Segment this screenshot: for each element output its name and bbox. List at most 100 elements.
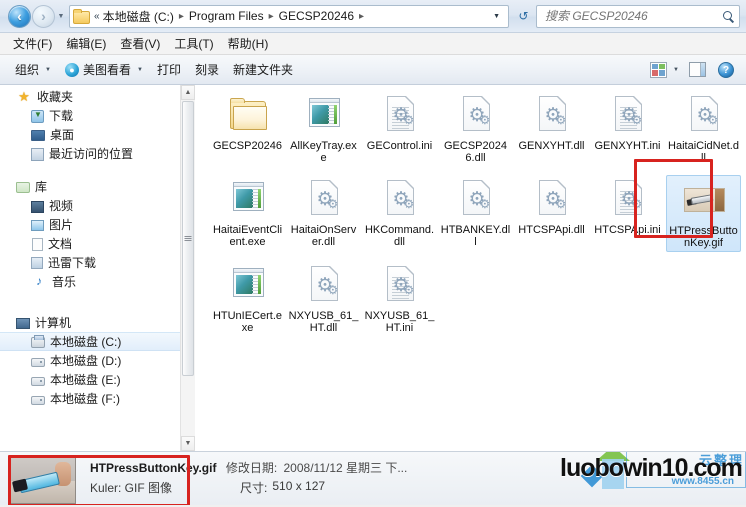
sidebar-item-recent-places[interactable]: 最近访问的位置 xyxy=(0,144,195,163)
file-item-gecontrol-ini[interactable]: ⚙ ⚙ GEControl.ini xyxy=(362,91,437,166)
file-item-haitaicidnet-dll[interactable]: ⚙ ⚙ HaitaiCidNet.dll xyxy=(666,91,741,166)
sidebar-item-label: 桌面 xyxy=(50,128,75,142)
help-button[interactable]: ? xyxy=(714,60,738,80)
folder-icon xyxy=(73,9,90,24)
menu-edit[interactable]: 编辑(E) xyxy=(59,33,113,54)
sidebar-item-xunlei-downloads[interactable]: 迅雷下载 xyxy=(0,253,195,272)
library-file-icon: ⚙ ⚙ xyxy=(300,178,348,222)
sidebar-item-videos[interactable]: 视频 xyxy=(0,196,195,215)
scrollbar-thumb[interactable] xyxy=(182,101,194,376)
breadcrumb: « 本地磁盘 (C:) ▸ Program Files ▸ GECSP20246… xyxy=(92,8,368,25)
breadcrumb-overflow[interactable]: « xyxy=(92,11,102,22)
breadcrumb-item-2[interactable]: GECSP20246 xyxy=(278,9,355,23)
new-folder-button[interactable]: 新建文件夹 xyxy=(226,58,300,81)
toolbar: 组织 ▼ ● 美图看看 ▼ 打印 刻录 新建文件夹 ▼ ? xyxy=(0,55,746,85)
sidebar-item-documents[interactable]: 文档 xyxy=(0,234,195,253)
menu-tools[interactable]: 工具(T) xyxy=(167,33,220,54)
file-list-pane[interactable]: GECSP20246 AllKeyTray.exe ⚙ ⚙ GEControl.i… xyxy=(196,85,746,451)
file-name: AllKeyTray.exe xyxy=(290,140,357,164)
breadcrumb-separator[interactable]: ▸ xyxy=(175,11,188,22)
back-arrow-icon: ‹ xyxy=(17,8,22,24)
file-item-haitaieventclient-exe[interactable]: HaitaiEventClient.exe xyxy=(210,175,285,252)
file-name: NXYUSB_61_HT.ini xyxy=(364,310,435,334)
sidebar-item-libraries[interactable]: 库 xyxy=(0,177,195,196)
refresh-button[interactable]: ↺ xyxy=(513,6,534,27)
sidebar-item-downloads[interactable]: 下载 xyxy=(0,106,195,125)
sidebar-item-drive-e[interactable]: 本地磁盘 (E:) xyxy=(0,370,195,389)
details-modified-label: 修改日期: xyxy=(225,461,278,475)
details-modified-value: 2008/11/12 星期三 下... xyxy=(283,461,408,475)
file-item-htuniecert-exe[interactable]: HTUnIECert.exe xyxy=(210,261,285,336)
change-view-button[interactable]: ▼ xyxy=(648,60,681,80)
computer-icon xyxy=(16,318,30,329)
view-layout-icon xyxy=(650,61,668,78)
back-button[interactable]: ‹ xyxy=(8,4,31,28)
config-file-icon: ⚙ ⚙ xyxy=(376,264,424,308)
breadcrumb-separator[interactable]: ▸ xyxy=(265,11,278,22)
search-box[interactable] xyxy=(536,4,740,28)
address-dropdown-icon[interactable]: ▼ xyxy=(485,13,506,20)
details-pane: HTPressButtonKey.gif 修改日期: 2008/11/12 星期… xyxy=(0,451,746,505)
library-file-icon: ⚙ ⚙ xyxy=(376,178,424,222)
scroll-up-button[interactable]: ▲ xyxy=(181,85,195,100)
navigation-pane-scrollbar[interactable]: ▲ ▼ xyxy=(180,85,195,451)
file-item-genxyht-ini[interactable]: ⚙ ⚙ GENXYHT.ini xyxy=(590,91,665,166)
sidebar-item-drive-d[interactable]: 本地磁盘 (D:) xyxy=(0,351,195,370)
chevron-down-icon: ▼ xyxy=(184,440,192,447)
file-item-hkcommand-dll[interactable]: ⚙ ⚙ HKCommand.dll xyxy=(362,175,437,252)
explorer-body: ★ 收藏夹 下载 桌面 最近访问的位置 xyxy=(0,85,746,451)
history-dropdown-button[interactable]: ▼ xyxy=(55,6,67,26)
sidebar-item-favorites[interactable]: ★ 收藏夹 xyxy=(0,87,195,106)
breadcrumb-item-1[interactable]: Program Files xyxy=(188,9,265,23)
details-line-2: Kuler: GIF 图像 尺寸: 510 x 127 xyxy=(90,479,738,496)
burn-button[interactable]: 刻录 xyxy=(188,58,226,81)
file-name: HaitaiCidNet.dll xyxy=(668,140,739,164)
sidebar-item-drive-c[interactable]: 本地磁盘 (C:) xyxy=(0,332,195,351)
file-name: HTUnIECert.exe xyxy=(212,310,283,334)
file-item-nxyusb-61-ht-ini[interactable]: ⚙ ⚙ NXYUSB_61_HT.ini xyxy=(362,261,437,336)
pictures-icon xyxy=(31,220,44,231)
preview-pane-button[interactable] xyxy=(683,60,712,79)
library-file-icon: ⚙ ⚙ xyxy=(680,94,728,138)
drive-e-icon xyxy=(31,376,45,386)
config-file-icon: ⚙ ⚙ xyxy=(376,94,424,138)
file-item-gecsp20246-dll[interactable]: ⚙ ⚙ GECSP20246.dll xyxy=(438,91,513,166)
sidebar-item-label: 最近访问的位置 xyxy=(49,147,134,161)
breadcrumb-separator[interactable]: ▸ xyxy=(355,11,368,22)
library-file-icon: ⚙ ⚙ xyxy=(452,178,500,222)
sidebar-item-pictures[interactable]: 图片 xyxy=(0,215,195,234)
sidebar-item-computer[interactable]: 计算机 xyxy=(0,313,195,332)
file-item-htcspapi-dll[interactable]: ⚙ ⚙ HTCSPApi.dll xyxy=(514,175,589,252)
sidebar-item-drive-f[interactable]: 本地磁盘 (F:) xyxy=(0,389,195,408)
scroll-down-button[interactable]: ▼ xyxy=(181,436,195,451)
sidebar-item-label: 音乐 xyxy=(52,275,77,289)
meitu-viewer-button[interactable]: ● 美图看看 ▼ xyxy=(58,58,150,81)
gif-image-icon xyxy=(680,179,728,223)
sidebar-item-label: 本地磁盘 (F:) xyxy=(50,392,120,406)
file-item-htbankey-dll[interactable]: ⚙ ⚙ HTBANKEY.dll xyxy=(438,175,513,252)
refresh-icon: ↺ xyxy=(518,9,529,23)
organize-button[interactable]: 组织 ▼ xyxy=(8,58,58,81)
downloads-icon xyxy=(31,109,44,123)
print-button[interactable]: 打印 xyxy=(150,58,188,81)
file-item-allkeytray-exe[interactable]: AllKeyTray.exe xyxy=(286,91,361,166)
breadcrumb-bar[interactable]: « 本地磁盘 (C:) ▸ Program Files ▸ GECSP20246… xyxy=(69,4,509,28)
file-item-htcspapi-ini[interactable]: ⚙ ⚙ HTCSPApi.ini xyxy=(590,175,665,252)
application-icon xyxy=(224,264,272,308)
menu-help[interactable]: 帮助(H) xyxy=(221,33,276,54)
sidebar-item-music[interactable]: ♪ 音乐 xyxy=(0,272,195,291)
file-item-gecsp20246-folder[interactable]: GECSP20246 xyxy=(210,91,285,166)
file-item-haitaionserver-dll[interactable]: ⚙ ⚙ HaitaiOnServer.dll xyxy=(286,175,361,252)
breadcrumb-item-0[interactable]: 本地磁盘 (C:) xyxy=(102,8,175,25)
file-item-htpressbuttonkey-gif[interactable]: HTPressButtonKey.gif xyxy=(666,175,741,252)
file-item-genxyht-dll[interactable]: ⚙ ⚙ GENXYHT.dll xyxy=(514,91,589,166)
menu-file[interactable]: 文件(F) xyxy=(6,33,59,54)
music-icon: ♪ xyxy=(36,274,42,288)
sidebar-item-desktop[interactable]: 桌面 xyxy=(0,125,195,144)
search-input[interactable] xyxy=(543,8,720,24)
file-item-nxyusb-61-ht-dll[interactable]: ⚙ ⚙ NXYUSB_61_HT.dll xyxy=(286,261,361,336)
forward-button[interactable]: › xyxy=(32,4,55,28)
meitu-label: 美图看看 xyxy=(82,63,131,77)
menu-view[interactable]: 查看(V) xyxy=(113,33,167,54)
